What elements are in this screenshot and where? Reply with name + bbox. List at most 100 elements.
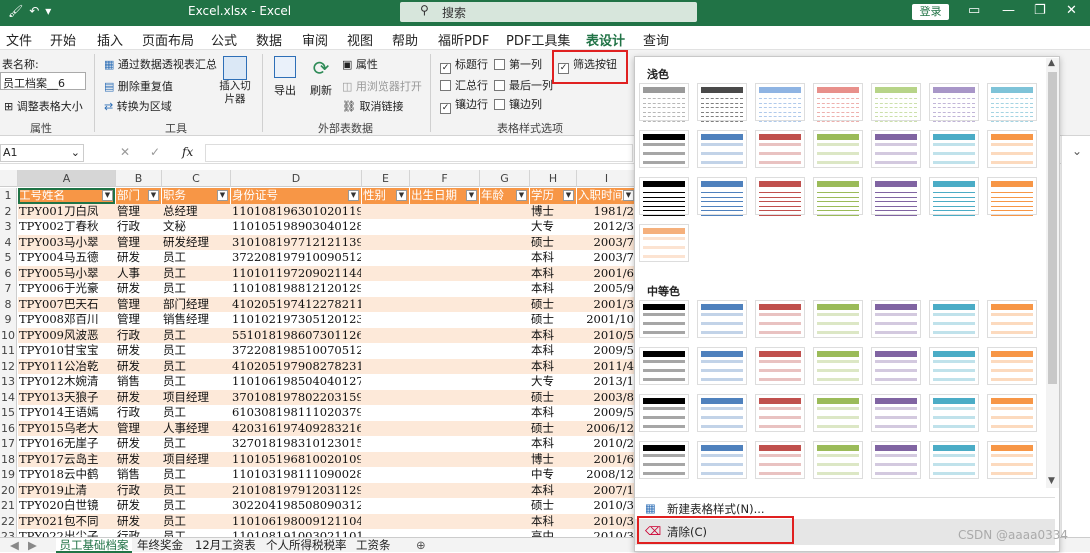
table-cell[interactable]: 本科 [530, 328, 576, 344]
table-cell[interactable] [480, 436, 529, 452]
row-header[interactable]: 4 [0, 234, 17, 250]
table-cell[interactable]: 410205197412278211 [231, 297, 361, 313]
column-header[interactable]: I [577, 170, 634, 187]
table-cell[interactable]: 研发 [116, 359, 161, 375]
sheet-tab-tax-rate[interactable]: 个人所得税税率 [266, 538, 347, 553]
tab-formulas[interactable]: 公式 [211, 30, 237, 49]
sheet-tab-year-end-bonus[interactable]: 年终奖金 [137, 538, 183, 553]
table-cell[interactable]: 2010/3 [577, 529, 634, 537]
table-cell[interactable]: 研发 [116, 452, 161, 468]
column-header[interactable]: E [362, 170, 410, 187]
table-cell[interactable] [362, 266, 409, 282]
scroll-up-icon[interactable]: ▲ [1048, 58, 1055, 68]
table-cell[interactable] [362, 204, 409, 220]
table-cell[interactable] [362, 297, 409, 313]
table-cell[interactable] [362, 529, 409, 537]
table-cell[interactable] [410, 204, 479, 220]
table-header-cell[interactable]: 工号姓名 ▼ [18, 188, 115, 204]
table-header-cell[interactable]: 身份证号 ▼ [231, 188, 361, 204]
table-cell[interactable]: 本科 [530, 436, 576, 452]
tab-query[interactable]: 查询 [643, 30, 669, 49]
table-cell[interactable]: TPY022出尘子 [18, 529, 115, 537]
table-cell[interactable] [480, 452, 529, 468]
table-cell[interactable]: 2010/3 [577, 514, 634, 530]
table-cell[interactable]: 员工 [162, 483, 230, 499]
table-cell[interactable]: 人事经理 [162, 421, 230, 437]
filter-dropdown-icon[interactable]: ▼ [348, 190, 359, 201]
table-cell[interactable]: 327018198310123015 [231, 436, 361, 452]
table-style-swatch[interactable] [813, 300, 863, 338]
table-cell[interactable] [362, 390, 409, 406]
table-style-swatch[interactable] [755, 130, 805, 168]
table-style-swatch[interactable] [871, 441, 921, 479]
brush-icon[interactable]: 🖌 [8, 4, 23, 18]
table-style-swatch[interactable] [697, 83, 747, 122]
table-cell[interactable]: 管理 [116, 312, 161, 328]
table-cell[interactable] [362, 312, 409, 328]
filter-dropdown-icon[interactable]: ▼ [102, 190, 113, 201]
table-cell[interactable]: 管理 [116, 204, 161, 220]
table-style-swatch[interactable] [697, 300, 747, 338]
table-cell[interactable]: TPY018云中鹤 [18, 467, 115, 483]
table-style-swatch[interactable] [929, 177, 979, 216]
table-cell[interactable]: 硕士 [530, 498, 576, 514]
table-cell[interactable]: 本科 [530, 343, 576, 359]
table-style-swatch[interactable] [871, 83, 921, 122]
table-cell[interactable]: 员工 [162, 359, 230, 375]
table-cell[interactable] [410, 250, 479, 266]
table-cell[interactable]: 项目经理 [162, 452, 230, 468]
table-cell[interactable]: 2013/1 [577, 374, 634, 390]
tab-scroll-left-icon[interactable]: ◀ [10, 538, 19, 552]
table-cell[interactable]: 中专 [530, 467, 576, 483]
close-button[interactable]: ✕ [1066, 3, 1077, 18]
table-cell[interactable] [410, 343, 479, 359]
table-style-swatch[interactable] [697, 130, 747, 168]
table-style-swatch[interactable] [929, 130, 979, 168]
table-cell[interactable]: TPY011公冶乾 [18, 359, 115, 375]
table-header-cell[interactable]: 性别 ▼ [362, 188, 409, 204]
table-cell[interactable] [410, 436, 479, 452]
table-cell[interactable] [410, 312, 479, 328]
filter-dropdown-icon[interactable]: ▼ [516, 190, 527, 201]
table-cell[interactable] [480, 498, 529, 514]
export-button[interactable]: 导出 [270, 56, 300, 98]
filter-dropdown-icon[interactable]: ▼ [396, 190, 407, 201]
table-cell[interactable] [362, 514, 409, 530]
table-cell[interactable]: 2003/7 [577, 235, 634, 251]
table-cell[interactable]: 员工 [162, 343, 230, 359]
row-header[interactable]: 13 [0, 374, 17, 390]
tab-foxit-pdf[interactable]: 福昕PDF [438, 30, 489, 49]
table-cell[interactable]: 2010/2 [577, 436, 634, 452]
table-cell[interactable] [480, 483, 529, 499]
table-cell[interactable]: 研发 [116, 514, 161, 530]
table-cell[interactable] [362, 452, 409, 468]
table-cell[interactable]: 硕士 [530, 421, 576, 437]
table-cell[interactable]: 销售 [116, 374, 161, 390]
table-style-swatch[interactable] [813, 177, 863, 216]
table-cell[interactable]: 本科 [530, 281, 576, 297]
table-header-cell[interactable]: 职务 ▼ [162, 188, 230, 204]
table-cell[interactable]: 2005/9 [577, 281, 634, 297]
table-cell[interactable] [480, 235, 529, 251]
cancel-icon[interactable]: ✕ [120, 145, 130, 159]
table-cell[interactable]: 研发 [116, 436, 161, 452]
table-cell[interactable]: 硕士 [530, 297, 576, 313]
dropdown-icon[interactable]: ▾ [45, 4, 51, 18]
table-cell[interactable]: 2001/6 [577, 266, 634, 282]
tab-scroll-right-icon[interactable]: ▶ [28, 538, 37, 552]
table-cell[interactable]: 研发 [116, 390, 161, 406]
minimize-button[interactable]: — [1002, 3, 1015, 18]
table-style-swatch[interactable] [697, 441, 747, 479]
table-cell[interactable]: 高中 [530, 529, 576, 537]
table-style-swatch[interactable] [987, 347, 1037, 385]
restore-button[interactable]: ❐ [1034, 3, 1046, 18]
table-style-swatch[interactable] [813, 130, 863, 168]
table-style-swatch[interactable] [639, 83, 689, 122]
table-cell[interactable] [480, 421, 529, 437]
table-style-swatch[interactable] [929, 441, 979, 479]
table-cell[interactable] [410, 328, 479, 344]
table-style-swatch[interactable] [639, 441, 689, 479]
filter-dropdown-icon[interactable]: ▼ [217, 190, 228, 201]
table-cell[interactable]: 2009/5 [577, 343, 634, 359]
table-cell[interactable]: 管理 [116, 297, 161, 313]
